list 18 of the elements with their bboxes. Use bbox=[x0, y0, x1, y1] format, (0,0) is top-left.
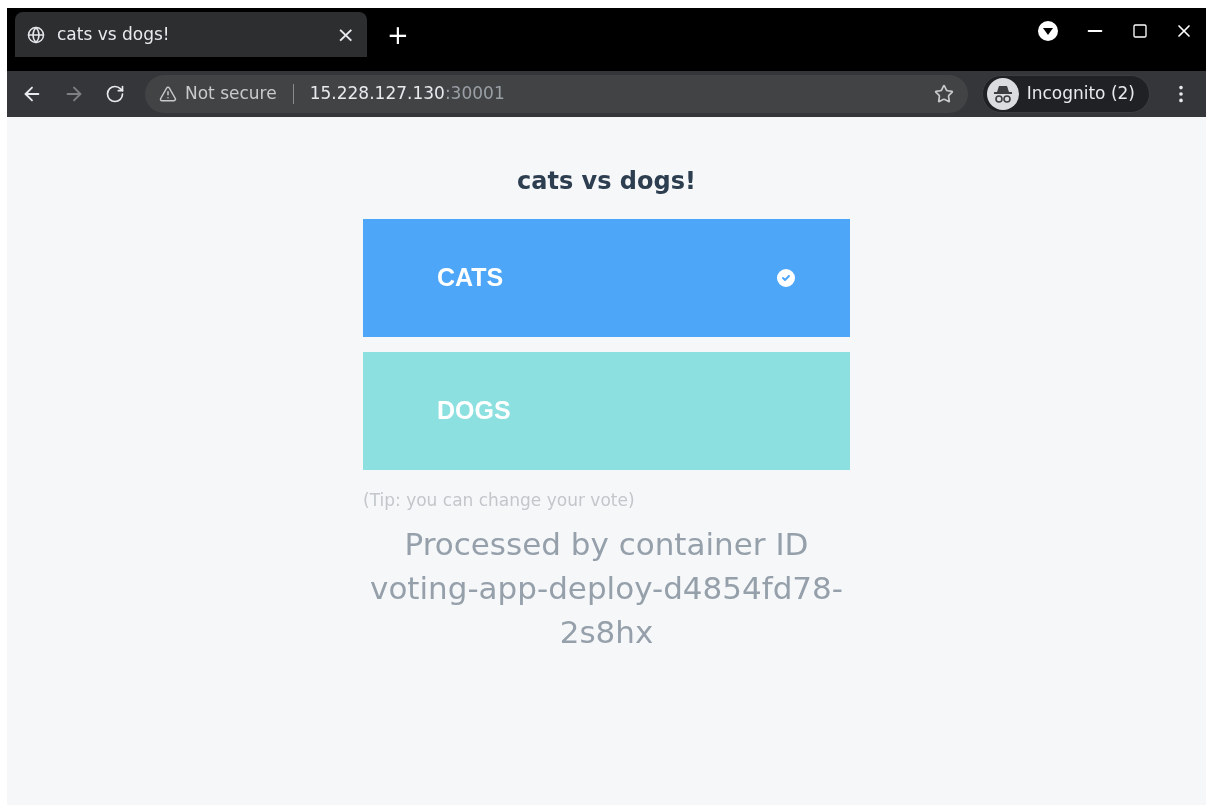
container-id-text: Processed by container ID voting-app-deploy-d4854fd78-2s8hx bbox=[369, 524, 844, 652]
maximize-icon[interactable] bbox=[1132, 23, 1148, 39]
url-text: 15.228.127.130:30001 bbox=[309, 82, 505, 106]
dropdown-icon[interactable] bbox=[1038, 21, 1058, 41]
reload-icon[interactable] bbox=[105, 84, 125, 104]
address-bar[interactable]: Not secure 15.228.127.130:30001 bbox=[145, 75, 968, 113]
bookmark-star-icon[interactable] bbox=[933, 84, 954, 104]
browser-tab[interactable]: cats vs dogs! × bbox=[15, 12, 367, 57]
incognito-profile-button[interactable]: Incognito (2) bbox=[981, 75, 1150, 113]
page-heading: cats vs dogs! bbox=[517, 166, 696, 197]
globe-icon bbox=[27, 25, 45, 44]
warning-icon bbox=[159, 85, 177, 103]
checkmark-icon bbox=[774, 266, 798, 290]
tab-title: cats vs dogs! bbox=[57, 22, 171, 46]
security-label: Not secure bbox=[185, 82, 277, 106]
new-tab-button[interactable]: + bbox=[387, 22, 409, 48]
close-tab-button[interactable]: × bbox=[336, 23, 355, 46]
incognito-icon bbox=[986, 78, 1019, 110]
